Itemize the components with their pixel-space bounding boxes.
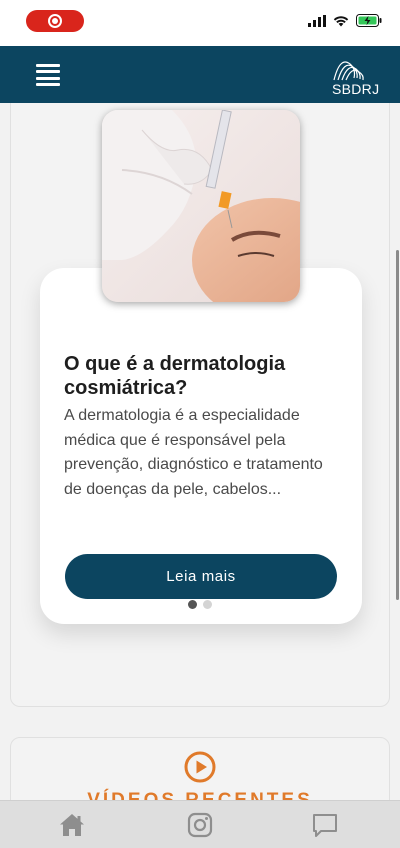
- home-icon[interactable]: [58, 811, 86, 839]
- wifi-icon: [333, 15, 349, 26]
- signal-icon: [308, 14, 326, 27]
- hamburger-menu-icon[interactable]: [36, 63, 60, 87]
- app-header: SBDRJ: [0, 46, 400, 103]
- chat-bubble-icon[interactable]: [311, 811, 339, 839]
- article-image[interactable]: [102, 110, 300, 302]
- scrollbar[interactable]: [396, 250, 399, 600]
- status-icons: [308, 14, 382, 27]
- instagram-icon[interactable]: [186, 811, 214, 839]
- article-title: O que é a dermatologia cosmiátrica?: [64, 353, 286, 399]
- carousel-dot-1[interactable]: [188, 600, 197, 609]
- screen-record-icon[interactable]: [26, 10, 84, 32]
- play-circle-icon[interactable]: [184, 751, 216, 783]
- sbdrj-logo[interactable]: SBDRJ: [326, 54, 386, 98]
- battery-charging-icon: [356, 14, 382, 27]
- read-more-button[interactable]: Leia mais: [65, 554, 337, 599]
- carousel-pagination: [188, 600, 212, 609]
- carousel-dot-2[interactable]: [203, 600, 212, 609]
- status-bar: [0, 0, 400, 46]
- logo-text: SBDRJ: [332, 81, 379, 97]
- bottom-tab-bar: [0, 800, 400, 848]
- article-excerpt: A dermatologia é a especialidade médica …: [64, 407, 323, 498]
